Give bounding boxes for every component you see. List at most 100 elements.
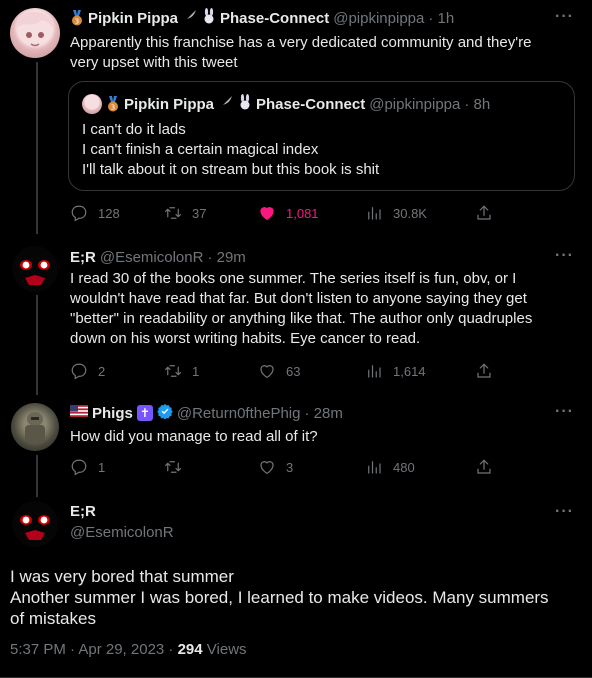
avatar-art-icon [12, 246, 58, 292]
like-button[interactable]: 1,081 [258, 203, 319, 223]
share-icon [475, 458, 493, 476]
retweet-button[interactable]: 37 [164, 203, 206, 223]
author-name[interactable]: Pipkin Pippa [88, 10, 178, 27]
share-icon [475, 204, 493, 222]
reply-button[interactable]: 1 [70, 457, 105, 477]
views-button[interactable]: 30.8K [365, 203, 427, 223]
reply-icon [70, 458, 88, 476]
retweet-icon [164, 362, 182, 380]
heart-icon [258, 362, 276, 380]
more-icon[interactable]: ··· [555, 8, 574, 26]
views-button[interactable]: 480 [365, 457, 415, 477]
retweet-button[interactable]: 1 [164, 361, 199, 381]
reply-button[interactable]: 2 [70, 361, 105, 381]
heart-icon [258, 204, 276, 222]
tweet-actions: 1 3 480 [70, 457, 510, 477]
reply-icon [70, 362, 88, 380]
tweet-meta: 5:37 PM · Apr 29, 2023 · 294 Views [10, 641, 247, 658]
tweet-actions: 128 37 1,081 30.8K [70, 203, 510, 223]
like-button[interactable]: 3 [258, 457, 293, 477]
quote-time[interactable]: · 8h [464, 96, 490, 113]
views-icon [365, 458, 383, 476]
retweet-count: 1 [192, 363, 200, 379]
svg-text:3: 3 [75, 18, 79, 26]
avatar[interactable] [11, 245, 59, 293]
avatar-art-icon [25, 412, 45, 443]
quote-author-name[interactable]: Pipkin Pippa [124, 96, 214, 113]
views-count: 1,614 [393, 363, 426, 379]
retweet-button[interactable] [164, 457, 192, 477]
share-button[interactable] [475, 361, 493, 381]
retweet-icon [164, 458, 182, 476]
share-icon [475, 362, 493, 380]
retweet-icon [164, 204, 182, 222]
tweet-timestamp[interactable]: 5:37 PM · Apr 29, 2023 · [10, 641, 178, 658]
tweet-time[interactable]: · 1h [428, 10, 454, 27]
reply-icon [70, 204, 88, 222]
quote-tweet[interactable]: 3 Pipkin Pippa Phase-Connect @pipkinpipp… [68, 81, 575, 191]
avatar-art-icon [12, 501, 58, 547]
tweet-actions: 2 1 63 1,614 [70, 361, 510, 381]
tweet-text: I was very bored that summer Another sum… [10, 567, 549, 628]
us-flag-icon [70, 404, 88, 422]
reply-count: 128 [98, 205, 120, 221]
svg-text:3: 3 [111, 104, 115, 112]
author-name[interactable]: E;R [70, 503, 96, 520]
like-count: 1,081 [286, 205, 319, 221]
views-button[interactable]: 1,614 [365, 361, 426, 381]
quote-author-handle[interactable]: @pipkinpippa [369, 96, 460, 113]
author-handle[interactable]: @EsemicolonR [100, 249, 204, 266]
views-icon [365, 204, 383, 222]
like-count: 3 [286, 459, 294, 475]
bunny-icon [238, 93, 252, 115]
tweet-text: I read 30 of the books one summer. The s… [70, 270, 533, 347]
medal-icon: 3 [106, 96, 120, 112]
reply-button[interactable]: 128 [70, 203, 120, 223]
feather-icon [218, 95, 234, 114]
medal-icon: 3 [70, 10, 84, 26]
avatar[interactable] [11, 403, 59, 451]
views-count[interactable]: 294 [178, 641, 203, 658]
author-name[interactable]: Phigs [92, 405, 133, 422]
share-button[interactable] [475, 203, 493, 223]
thread-line [36, 62, 38, 234]
author-handle[interactable]: @EsemicolonR [70, 524, 174, 541]
quote-text: I can't do it lads I can't finish a cert… [82, 121, 380, 178]
bunny-icon [202, 7, 216, 29]
more-icon[interactable]: ··· [555, 403, 574, 421]
like-count: 63 [286, 363, 301, 379]
retweet-count: 37 [192, 205, 207, 221]
author-name[interactable]: E;R [70, 249, 96, 266]
author-suffix[interactable]: Phase-Connect [220, 10, 329, 27]
cross-icon: ✝ [136, 405, 153, 421]
more-icon[interactable]: ··· [555, 247, 574, 265]
author-handle[interactable]: @pipkinpippa [333, 10, 424, 27]
avatar[interactable] [10, 8, 60, 58]
tweet-time[interactable]: · 29m [207, 249, 245, 266]
feather-icon [182, 9, 198, 28]
views-icon [365, 362, 383, 380]
quote-author-suffix[interactable]: Phase-Connect [256, 96, 365, 113]
reply-count: 1 [98, 459, 106, 475]
tweet-header: 3 Pipkin Pippa Phase-Connect @pipkinpipp… [70, 7, 454, 29]
like-button[interactable]: 63 [258, 361, 300, 381]
reply-count: 2 [98, 363, 106, 379]
thread-line [36, 455, 38, 497]
quote-header: 3 Pipkin Pippa Phase-Connect @pipkinpipp… [82, 93, 490, 115]
avatar-art-icon [16, 11, 54, 47]
views-label: Views [202, 641, 247, 658]
thread-line [36, 295, 38, 395]
verified-icon [157, 403, 173, 424]
tweet-header: Phigs ✝ @Return0fthePhig · 28m [70, 403, 343, 423]
quote-avatar[interactable] [82, 94, 102, 114]
views-count: 480 [393, 459, 415, 475]
tweet-text: Apparently this franchise has a very ded… [70, 34, 532, 71]
tweet-text: How did you manage to read all of it? [70, 428, 318, 445]
avatar[interactable] [11, 500, 59, 548]
tweet-header: E;R @EsemicolonR · 29m [70, 247, 246, 267]
more-icon[interactable]: ··· [555, 503, 574, 521]
heart-icon [258, 458, 276, 476]
tweet-time[interactable]: · 28m [304, 405, 342, 422]
share-button[interactable] [475, 457, 493, 477]
author-handle[interactable]: @Return0fthePhig [177, 405, 301, 422]
